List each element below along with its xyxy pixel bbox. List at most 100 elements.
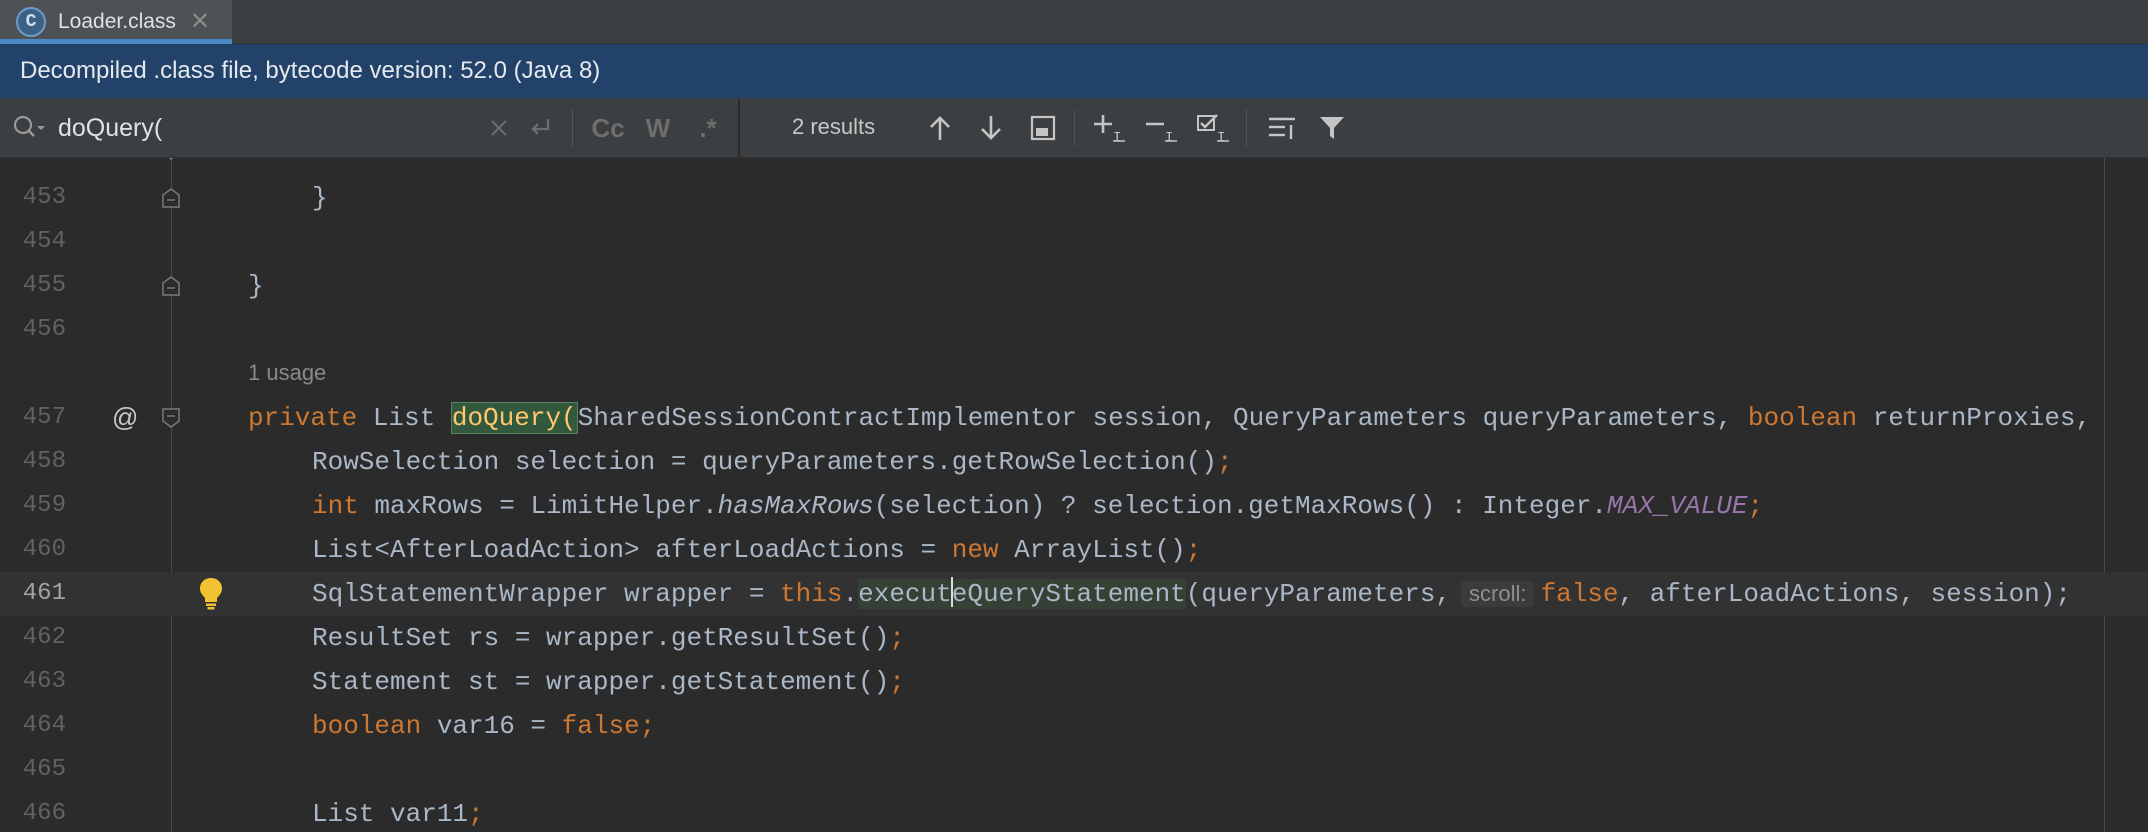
divider [1246, 110, 1247, 146]
code-text: RowSelection selection = queryParameters… [312, 447, 1233, 477]
show-in-find-window-icon[interactable] [1023, 110, 1063, 146]
code-token: returnProxies, [1857, 403, 2092, 433]
search-options-icon[interactable] [1262, 110, 1302, 146]
code-token: maxRows = LimitHelper. [358, 491, 718, 521]
annotation-marker-icon[interactable]: @ [112, 402, 138, 433]
code-token: ResultSet rs = wrapper.getResultSet() [312, 623, 890, 653]
code-line: 454 [0, 220, 2148, 264]
class-file-icon: C [16, 7, 46, 37]
keyword: private [248, 403, 358, 433]
fold-marker-icon[interactable] [162, 158, 180, 160]
line-number: 455 [22, 272, 66, 299]
code-text: private List doQuery(SharedSessionContra… [248, 402, 2092, 434]
static-method-call: hasMaxRows [717, 491, 874, 521]
search-match-highlight: doQuery( [450, 402, 578, 434]
current-code-line: 461 SqlStatementWrapper wrapper = this.e… [0, 572, 2148, 616]
whole-words-toggle[interactable]: W [640, 110, 676, 146]
code-token: eQueryStatement [951, 579, 1186, 609]
semicolon: ; [468, 799, 484, 829]
keyword: boolean [1747, 403, 1858, 433]
semicolon: ; [639, 711, 656, 741]
code-text: } [248, 271, 264, 301]
code-line: 458 RowSelection selection = queryParame… [0, 440, 2148, 484]
semicolon: ; [1185, 535, 1202, 565]
clear-search-icon[interactable] [486, 110, 512, 146]
code-token: List var11 [312, 799, 469, 829]
code-text: List<AfterLoadAction> afterLoadActions =… [312, 535, 1201, 565]
code-token: RowSelection selection = queryParameters… [312, 447, 1217, 477]
code-text: } [312, 183, 328, 213]
search-results-count: 2 results [792, 114, 876, 139]
line-number: 464 [22, 712, 66, 739]
code-line: 459 int maxRows = LimitHelper.hasMaxRows… [0, 484, 2148, 528]
code-text: Statement st = wrapper.getStatement(); [312, 667, 905, 697]
match-case-toggle[interactable]: Cc [588, 110, 628, 146]
line-number: 463 [22, 668, 66, 695]
search-history-icon[interactable] [12, 114, 48, 142]
code-text: List var11; [312, 799, 484, 829]
divider [1074, 110, 1075, 146]
code-text: boolean var16 = false; [312, 711, 655, 741]
line-number: 462 [22, 624, 66, 651]
code-line: 455 } [0, 264, 2148, 308]
semicolon: ; [889, 623, 905, 653]
keyword: false [1540, 579, 1619, 609]
filter-icon[interactable] [1312, 110, 1352, 146]
code-token: , afterLoadActions, session); [1618, 579, 2071, 609]
line-number: 466 [22, 800, 66, 827]
code-line: 460 List<AfterLoadAction> afterLoadActio… [0, 528, 2148, 572]
code-line: 456 [0, 308, 2148, 352]
close-icon[interactable]: ✕ [190, 10, 210, 34]
tab-loader-class[interactable]: C Loader.class ✕ [0, 0, 232, 44]
code-token: . [842, 579, 859, 609]
find-toolbar: Cc W .* 2 results I I I [0, 98, 2148, 158]
line-number: 456 [22, 316, 66, 343]
code-line: 466 List var11; [0, 792, 2148, 832]
code-token: var16 = [421, 711, 562, 741]
code-editor[interactable]: 453 } 454 455 } 456 1 usage 457 @ privat… [0, 158, 2148, 832]
divider [572, 110, 573, 146]
keyword: boolean [312, 711, 422, 741]
code-text: SqlStatementWrapper wrapper = this.execu… [312, 577, 2071, 609]
select-all-occurrences-icon[interactable]: I [1194, 110, 1234, 146]
semicolon: ; [889, 667, 905, 697]
remove-occurrence-icon[interactable]: I [1142, 110, 1182, 146]
keyword: false [561, 711, 640, 741]
code-line [0, 158, 2148, 172]
regex-toggle[interactable]: .* [690, 110, 726, 146]
identifier-highlight: executeQueryStatement [858, 577, 1186, 609]
line-number: 460 [22, 536, 66, 563]
line-number: 453 [22, 184, 66, 211]
fold-marker-icon[interactable] [162, 188, 180, 208]
arrow-down-icon[interactable] [971, 110, 1011, 146]
code-text: ResultSet rs = wrapper.getResultSet(); [312, 623, 905, 653]
new-line-icon[interactable] [524, 110, 558, 146]
line-number: 458 [22, 448, 66, 475]
fold-marker-icon[interactable] [162, 408, 180, 428]
add-occurrence-icon[interactable]: I [1090, 110, 1130, 146]
search-input[interactable] [58, 110, 458, 146]
code-token: ArrayList() [998, 535, 1186, 565]
keyword: new [951, 535, 999, 565]
lightbulb-icon[interactable] [198, 576, 224, 610]
editor-tab-bar: C Loader.class ✕ [0, 0, 2148, 44]
code-token: SqlStatementWrapper wrapper = [312, 579, 781, 609]
arrow-up-icon[interactable] [920, 110, 960, 146]
code-token: Statement st = wrapper.getStatement() [312, 667, 890, 697]
line-number: 459 [22, 492, 66, 519]
code-line: 464 boolean var16 = false; [0, 704, 2148, 748]
code-line: 453 } [0, 176, 2148, 220]
line-number: 454 [22, 228, 66, 255]
keyword: int [312, 491, 359, 521]
banner-text: Decompiled .class file, bytecode version… [20, 57, 601, 84]
code-token: (queryParameters, [1185, 579, 1452, 609]
usages-inlay-hint[interactable]: 1 usage [248, 360, 326, 386]
search-field-group: Cc W .* [0, 98, 740, 158]
semicolon: ; [1216, 447, 1233, 477]
code-token: List [357, 403, 451, 433]
fold-marker-icon[interactable] [162, 276, 180, 296]
decompiled-notice-banner: Decompiled .class file, bytecode version… [0, 44, 2148, 98]
code-line: 465 [0, 748, 2148, 792]
keyword: this [780, 579, 843, 609]
code-line: 457 @ private List doQuery(SharedSession… [0, 396, 2148, 440]
